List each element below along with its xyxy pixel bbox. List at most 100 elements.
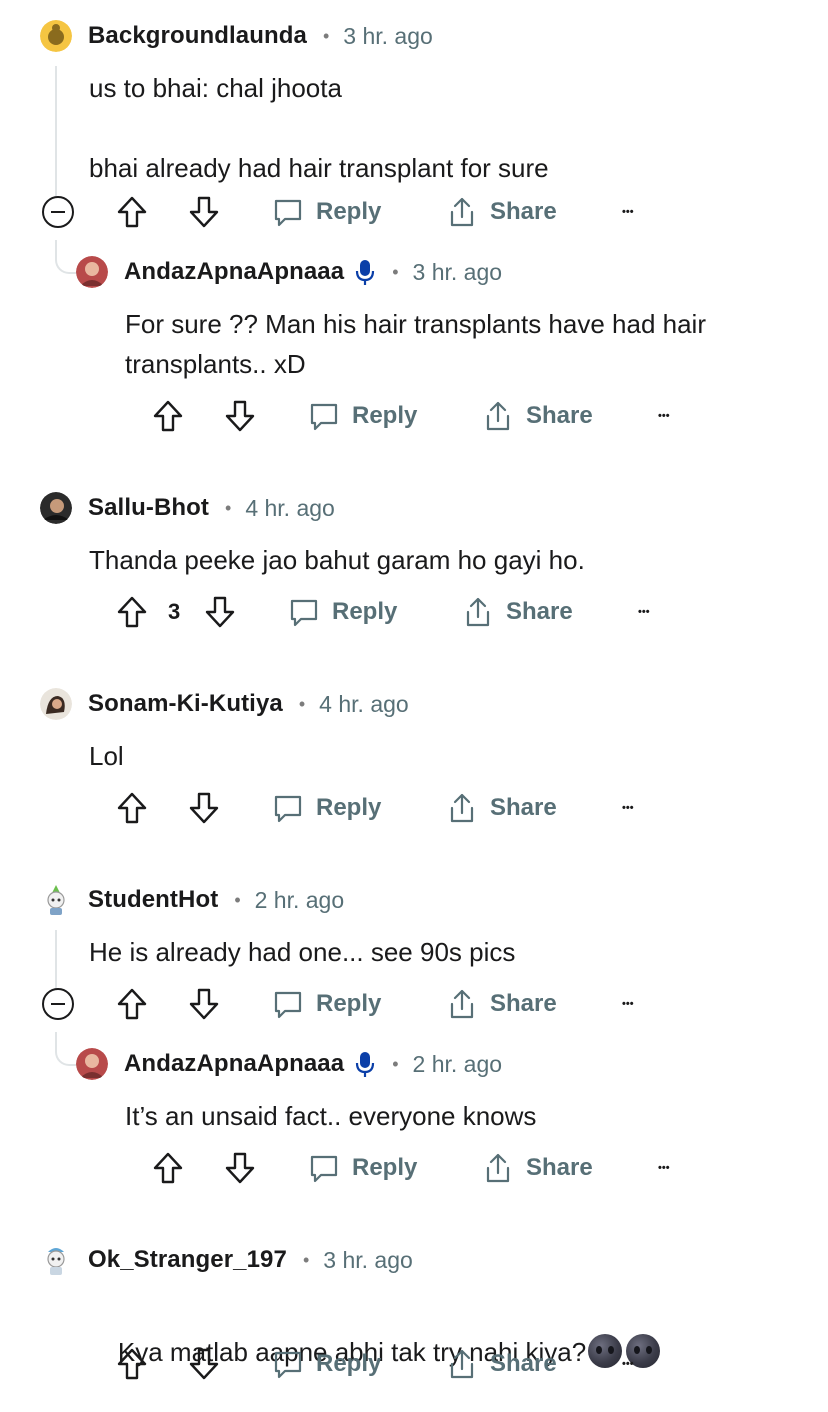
reply-button[interactable]: Reply [308, 1146, 417, 1190]
separator-dot: • [225, 497, 232, 518]
downvote-button[interactable] [204, 590, 236, 634]
downvote-button[interactable] [224, 1146, 256, 1190]
share-button[interactable]: Share [446, 982, 557, 1026]
ellipsis-icon: ••• [658, 410, 670, 422]
username[interactable]: AndazApnaApnaaa [124, 1050, 344, 1078]
comment-bubble-icon [310, 1155, 338, 1183]
ellipsis-icon: ••• [622, 206, 634, 218]
avatar[interactable] [40, 492, 72, 524]
share-button[interactable]: Share [446, 786, 557, 830]
ellipsis-icon: ••• [622, 1358, 634, 1370]
comment-bubble-icon [274, 795, 302, 823]
separator-dot: • [392, 261, 399, 282]
comment-backgroundlaunda: Backgroundlaunda • 3 hr. ago us to bhai:… [0, 0, 828, 240]
upvote-icon [117, 1348, 147, 1380]
comment-body: It’s an unsaid fact.. everyone knows [125, 1101, 537, 1131]
downvote-icon [189, 1348, 219, 1380]
share-icon [450, 793, 474, 823]
more-options-button[interactable]: ••• [658, 1146, 670, 1190]
downvote-icon [205, 596, 235, 628]
share-label: Share [526, 402, 593, 429]
downvote-button[interactable] [188, 982, 220, 1026]
username[interactable]: Backgroundlaunda [88, 22, 307, 50]
share-button[interactable]: Share [482, 1146, 593, 1190]
timestamp: 3 hr. ago [343, 22, 433, 49]
more-options-button[interactable]: ••• [622, 1342, 634, 1386]
downvote-button[interactable] [188, 190, 220, 234]
avatar[interactable] [76, 256, 108, 288]
share-icon [486, 401, 510, 431]
more-options-button[interactable]: ••• [658, 394, 670, 438]
avatar[interactable] [40, 688, 72, 720]
share-label: Share [526, 1154, 593, 1181]
avatar[interactable] [40, 884, 72, 916]
share-button[interactable]: Share [446, 190, 557, 234]
comment-actions: Reply Share ••• [0, 982, 700, 1026]
reply-label: Reply [316, 794, 382, 821]
avatar[interactable] [76, 1048, 108, 1080]
ellipsis-icon: ••• [658, 1162, 670, 1174]
reply-button[interactable]: Reply [272, 982, 381, 1026]
upvote-button[interactable] [116, 982, 148, 1026]
more-options-button[interactable]: ••• [622, 786, 634, 830]
share-label: Share [490, 1350, 557, 1377]
separator-dot: • [322, 25, 330, 46]
username[interactable]: Sonam-Ki-Kutiya [88, 690, 283, 718]
upvote-button[interactable] [152, 1146, 184, 1190]
share-button[interactable]: Share [446, 1342, 557, 1386]
share-button[interactable]: Share [462, 590, 573, 634]
comment-sallu-bhot: Sallu-Bhot • 4 hr. ago Thanda peeke jao … [0, 476, 828, 656]
username[interactable]: AndazApnaApnaaa [124, 258, 344, 286]
upvote-button[interactable] [116, 190, 148, 234]
ellipsis-icon: ••• [622, 998, 634, 1010]
downvote-icon [225, 400, 255, 432]
timestamp: 3 hr. ago [323, 1246, 413, 1273]
comment-header: Sallu-Bhot • 4 hr. ago [40, 490, 335, 526]
comment-body: us to bhai: chal jhoota bhai already had… [89, 73, 549, 183]
comment-body: He is already had one... see 90s pics [89, 937, 516, 967]
reply-button[interactable]: Reply [272, 190, 381, 234]
microphone-badge-icon [356, 1052, 375, 1077]
comment-bubble-icon [290, 599, 318, 627]
username[interactable]: Sallu-Bhot [88, 494, 209, 522]
upvote-button[interactable] [116, 590, 148, 634]
reply-label: Reply [332, 598, 398, 625]
avatar[interactable] [40, 1244, 72, 1276]
username[interactable]: StudentHot [88, 886, 218, 914]
avatar[interactable] [40, 20, 72, 52]
reply-label: Reply [316, 990, 382, 1017]
upvote-button[interactable] [116, 1342, 148, 1386]
score-value: 3 [168, 599, 181, 624]
comment-header: StudentHot • 2 hr. ago [40, 882, 344, 918]
timestamp: 4 hr. ago [245, 494, 335, 521]
username[interactable]: Ok_Stranger_197 [88, 1246, 287, 1274]
comment-bubble-icon [274, 1351, 302, 1379]
thread-branch [55, 1032, 77, 1066]
upvote-button[interactable] [116, 786, 148, 830]
comment-bubble-icon [274, 199, 302, 227]
downvote-button[interactable] [188, 1342, 220, 1386]
reply-button[interactable]: Reply [272, 786, 381, 830]
downvote-button[interactable] [224, 394, 256, 438]
timestamp: 4 hr. ago [319, 690, 409, 717]
reply-button[interactable]: Reply [272, 1342, 381, 1386]
microphone-badge-icon [356, 260, 375, 285]
more-options-button[interactable]: ••• [622, 982, 634, 1026]
reply-button[interactable]: Reply [308, 394, 417, 438]
downvote-button[interactable] [188, 786, 220, 830]
more-options-button[interactable]: ••• [638, 590, 650, 634]
upvote-icon [153, 1152, 183, 1184]
comment-actions: Reply Share ••• [0, 1342, 700, 1386]
share-label: Share [490, 990, 557, 1017]
downvote-icon [189, 792, 219, 824]
comment-actions: Reply Share ••• [0, 190, 700, 234]
comment-sonam-ki-kutiya: Sonam-Ki-Kutiya • 4 hr. ago Lol Reply Sh… [0, 672, 828, 852]
upvote-button[interactable] [152, 394, 184, 438]
reply-label: Reply [352, 402, 418, 429]
share-button[interactable]: Share [482, 394, 593, 438]
upvote-icon [117, 196, 147, 228]
more-options-button[interactable]: ••• [622, 190, 634, 234]
reply-button[interactable]: Reply [288, 590, 397, 634]
comment-studenthot: StudentHot • 2 hr. ago He is already had… [0, 868, 828, 1028]
comment-body: For sure ?? Man his hair transplants hav… [125, 309, 714, 379]
